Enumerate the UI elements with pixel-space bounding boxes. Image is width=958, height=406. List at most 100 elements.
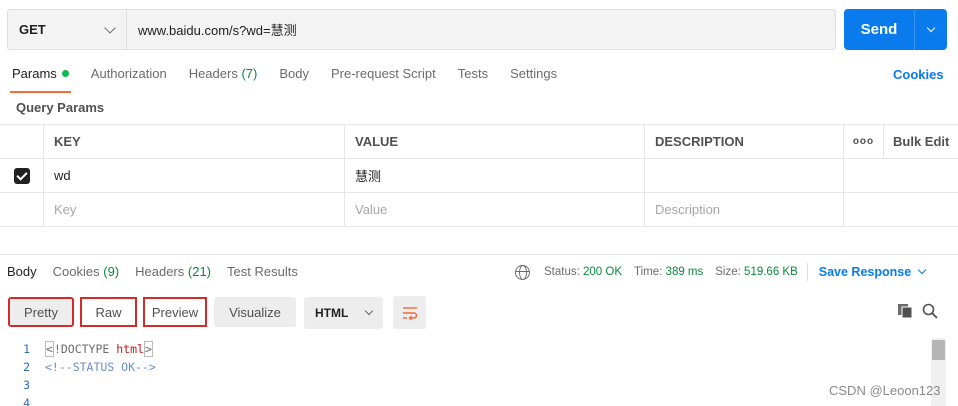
- save-response-label: Save Response: [818, 265, 912, 279]
- tab-label: Tests: [457, 66, 489, 81]
- visualize-button[interactable]: Visualize: [214, 297, 296, 327]
- table-header-row: KEY VALUE DESCRIPTION ooo Bulk Edit: [0, 125, 958, 159]
- code-line: 3: [0, 376, 930, 394]
- column-header-key: KEY: [44, 125, 345, 158]
- globe-icon[interactable]: [515, 264, 530, 280]
- tab-label: Body: [279, 66, 309, 81]
- chevron-down-icon: [104, 21, 116, 34]
- preview-button[interactable]: Preview: [143, 297, 207, 327]
- send-button[interactable]: Send: [844, 9, 914, 50]
- checkbox-checked-icon[interactable]: [13, 167, 30, 184]
- status-value[interactable]: 200 OK: [583, 266, 622, 278]
- bulk-edit-button[interactable]: Bulk Edit: [884, 125, 958, 158]
- scrollbar-thumb[interactable]: [932, 340, 945, 360]
- row-spacer-cell: [844, 159, 884, 192]
- column-header-value: VALUE: [345, 125, 645, 158]
- code-text: <!DOCTYPE html>: [45, 341, 153, 357]
- tab-count: (9): [103, 264, 120, 279]
- url-input[interactable]: www.baidu.com/s?wd=慧测: [127, 10, 835, 49]
- copy-icon[interactable]: [897, 303, 913, 319]
- cookies-link[interactable]: Cookies: [893, 67, 944, 82]
- tab-headers[interactable]: Headers (7): [189, 66, 258, 88]
- tab-label: Pre-request Script: [330, 66, 436, 81]
- tab-pre-request-script[interactable]: Pre-request Script: [331, 66, 436, 88]
- code-line: 1 <!DOCTYPE html>: [0, 340, 930, 358]
- value-input[interactable]: Value: [345, 193, 645, 226]
- response-meta: Status: 200 OK Time: 389 ms Size: 519.66…: [515, 263, 927, 281]
- tab-count: (21): [187, 264, 212, 279]
- tab-authorization[interactable]: Authorization: [91, 66, 167, 88]
- tab-label: Settings: [510, 66, 558, 81]
- line-number: 4: [23, 396, 30, 406]
- active-dot-icon: [61, 70, 69, 77]
- raw-button[interactable]: Raw: [80, 297, 137, 327]
- key-input[interactable]: Key: [44, 193, 345, 226]
- response-tab-headers[interactable]: Headers (21): [135, 264, 211, 279]
- code-bracket: <: [45, 341, 54, 357]
- response-divider: [0, 254, 958, 255]
- line-number: 3: [23, 378, 30, 392]
- tab-count: (7): [241, 66, 258, 81]
- header-check-cell: [0, 125, 44, 158]
- row-spacer-cell: [884, 193, 958, 226]
- response-tab-body[interactable]: Body: [7, 264, 37, 279]
- code-editor[interactable]: 1 <!DOCTYPE html> 2 <!--STATUS OK--> 3 4: [0, 340, 930, 406]
- wrap-lines-button[interactable]: [393, 296, 426, 329]
- tab-body[interactable]: Body: [279, 66, 309, 88]
- save-response-button[interactable]: Save Response: [818, 265, 927, 279]
- description-input[interactable]: Description: [645, 193, 844, 226]
- pretty-button[interactable]: Pretty: [8, 297, 74, 327]
- table-row-empty: Key Value Description: [0, 193, 958, 227]
- tab-tests[interactable]: Tests: [458, 66, 488, 88]
- watermark: CSDN @Leoon123: [829, 383, 941, 398]
- param-value-cell[interactable]: 慧测: [345, 159, 645, 192]
- status-label: Status:: [544, 266, 580, 278]
- column-header-description: DESCRIPTION: [645, 125, 844, 158]
- language-label: HTML: [315, 306, 349, 320]
- row-check-cell: [0, 193, 44, 226]
- tab-label: Test Results: [227, 264, 298, 279]
- tab-label: Headers: [135, 264, 185, 279]
- more-icon: ooo: [852, 136, 875, 147]
- line-number: 1: [23, 342, 30, 356]
- tab-label: Cookies: [52, 264, 100, 279]
- response-tab-cookies[interactable]: Cookies (9): [53, 264, 119, 279]
- row-spacer-cell: [844, 193, 884, 226]
- request-bar: GET www.baidu.com/s?wd=慧测: [7, 9, 836, 50]
- code-comment: <!--STATUS OK-->: [45, 360, 156, 374]
- tab-label: Headers: [188, 66, 238, 81]
- tab-label: Body: [7, 264, 37, 279]
- meta-divider: [806, 263, 808, 281]
- send-options-button[interactable]: [915, 9, 947, 50]
- code-doctype: !DOCTYPE: [53, 342, 117, 356]
- code-tag: html: [116, 342, 144, 356]
- table-row: wd 慧测: [0, 159, 958, 193]
- chevron-down-icon: [917, 265, 927, 275]
- time-label: Time:: [634, 266, 663, 278]
- tab-label: Authorization: [90, 66, 167, 81]
- line-number: 2: [23, 360, 30, 374]
- request-tabs: Params Authorization Headers (7) Body Pr…: [10, 66, 579, 93]
- size-label: Size:: [715, 266, 741, 278]
- param-description-cell[interactable]: [645, 159, 844, 192]
- tab-settings[interactable]: Settings: [510, 66, 557, 88]
- query-params-title: Query Params: [16, 100, 105, 115]
- language-select[interactable]: HTML: [304, 297, 383, 329]
- response-tab-test-results[interactable]: Test Results: [227, 264, 298, 279]
- time-value[interactable]: 389 ms: [666, 266, 704, 278]
- chevron-down-icon: [926, 23, 936, 32]
- param-key-cell[interactable]: wd: [44, 159, 345, 192]
- row-spacer-cell: [884, 159, 958, 192]
- params-table: KEY VALUE DESCRIPTION ooo Bulk Edit wd 慧…: [0, 124, 958, 227]
- send-button-group: Send: [844, 9, 947, 50]
- method-label: GET: [19, 22, 46, 37]
- method-select[interactable]: GET: [8, 10, 127, 49]
- code-bracket: >: [143, 341, 153, 357]
- more-options-button[interactable]: ooo: [844, 125, 884, 158]
- chevron-down-icon: [364, 306, 374, 316]
- code-line: 2 <!--STATUS OK-->: [0, 358, 930, 376]
- size-value[interactable]: 519.66 KB: [744, 266, 798, 278]
- tab-params[interactable]: Params: [10, 66, 71, 93]
- search-icon[interactable]: [922, 303, 938, 319]
- tab-label: Params: [12, 66, 57, 81]
